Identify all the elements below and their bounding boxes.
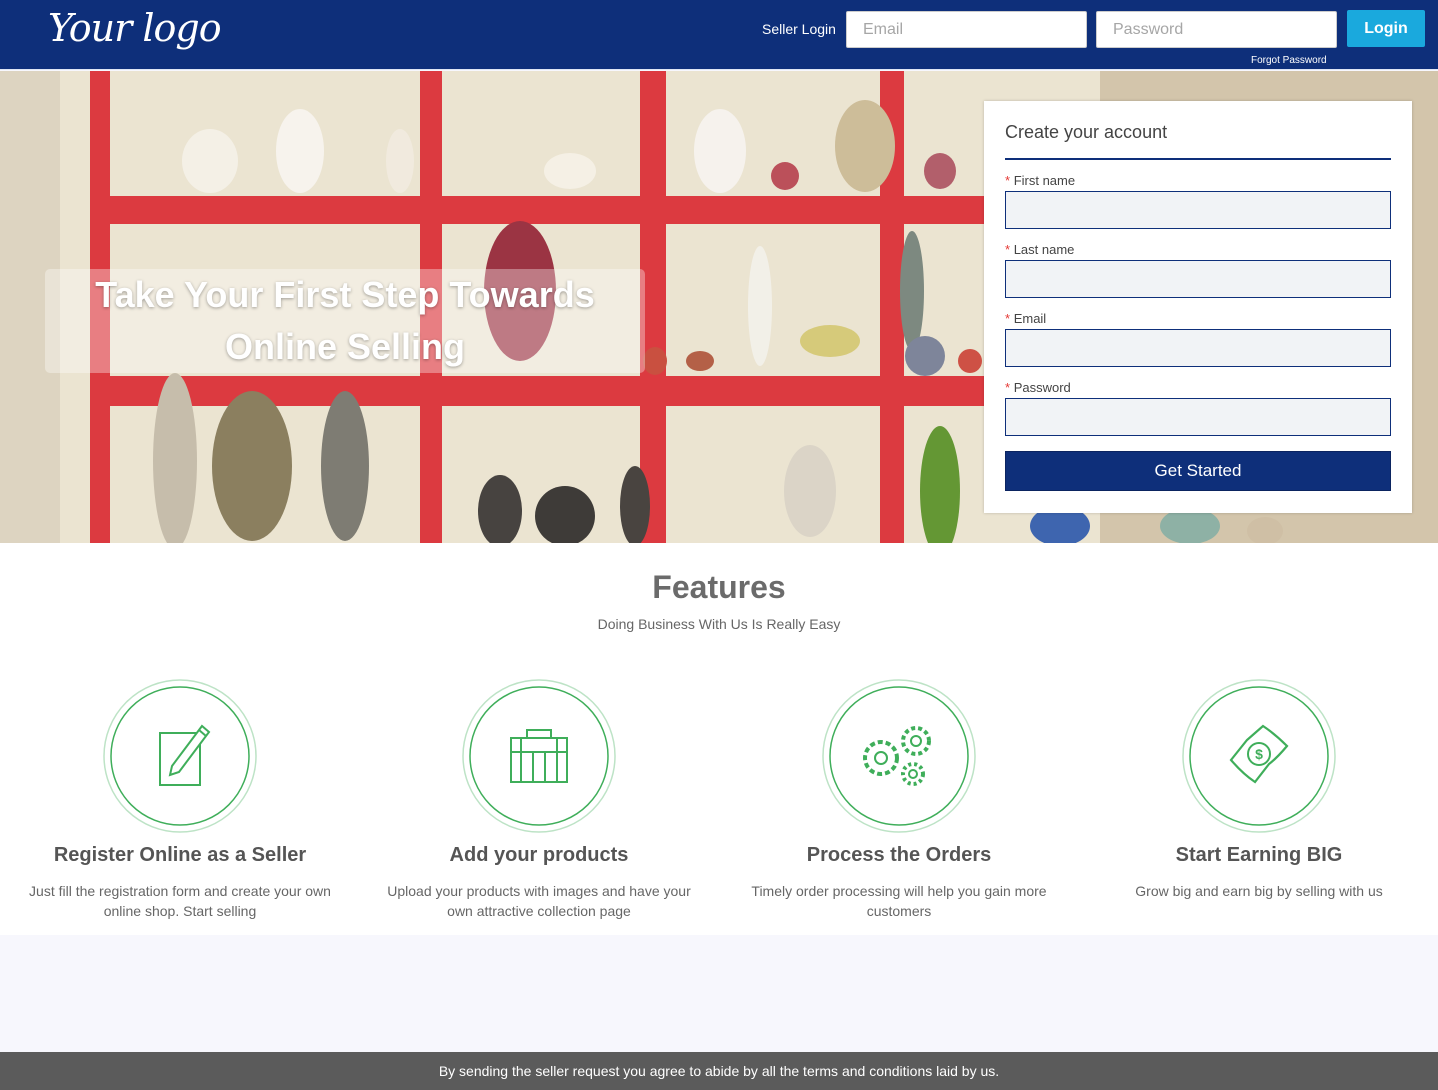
hero-headline-line1: Take Your First Step Towards	[95, 274, 595, 315]
email-label: * Email	[1005, 310, 1391, 328]
last-name-input[interactable]	[1005, 260, 1391, 298]
first-name-label-text: First name	[1013, 173, 1076, 188]
login-button[interactable]: Login	[1347, 10, 1425, 47]
feature-desc: Upload your products with images and hav…	[387, 883, 691, 919]
feature-desc: Timely order processing will help you ga…	[751, 883, 1047, 919]
features-subtitle: Doing Business With Us Is Really Easy	[597, 616, 841, 632]
feature-register: Register Online as a Seller Just fill th…	[10, 678, 350, 921]
create-account-form: Create your account * First name * Last …	[984, 101, 1412, 513]
last-name-label: * Last name	[1005, 241, 1391, 259]
login-password-input[interactable]	[1096, 11, 1337, 48]
feature-name: Add your products	[449, 844, 629, 866]
login-email-input[interactable]	[846, 11, 1087, 48]
password-label-text: Password	[1013, 380, 1071, 395]
money-icon: $	[1182, 679, 1336, 833]
required-mark: *	[1005, 242, 1011, 257]
password-label: * Password	[1005, 379, 1391, 397]
features-title: Features	[652, 569, 786, 605]
svg-text:$: $	[1255, 746, 1263, 762]
gears-icon	[822, 679, 976, 833]
edit-icon	[103, 679, 257, 833]
feature-desc: Just fill the registration form and crea…	[29, 883, 331, 919]
hero-headline: Take Your First Step Towards Online Sell…	[45, 269, 645, 373]
feature-name: Start Earning BIG	[1175, 844, 1343, 866]
feature-add-products: Add your products Upload your products w…	[369, 678, 709, 921]
features-section: Features Doing Business With Us Is Reall…	[0, 543, 1438, 935]
feature-name: Register Online as a Seller	[53, 844, 307, 866]
top-header: Your logo Seller Login Login Forgot Pass…	[0, 0, 1438, 70]
footer-terms: By sending the seller request you agree …	[0, 1052, 1438, 1090]
forgot-password-link[interactable]: Forgot Password	[1251, 55, 1327, 66]
hero-headline-line2: Online Selling	[224, 326, 466, 367]
required-mark: *	[1005, 311, 1011, 326]
last-name-label-text: Last name	[1013, 242, 1075, 257]
feature-process-orders: Process the Orders Timely order processi…	[729, 678, 1069, 921]
email-input[interactable]	[1005, 329, 1391, 367]
form-title: Create your account	[1005, 122, 1391, 160]
site-logo[interactable]: Your logo	[48, 6, 222, 50]
required-mark: *	[1005, 173, 1011, 188]
seller-login-label: Seller Login	[762, 21, 836, 37]
feature-desc: Grow big and earn big by selling with us	[1135, 883, 1383, 899]
first-name-label: * First name	[1005, 172, 1391, 190]
required-mark: *	[1005, 380, 1011, 395]
password-input[interactable]	[1005, 398, 1391, 436]
email-label-text: Email	[1013, 311, 1047, 326]
first-name-input[interactable]	[1005, 191, 1391, 229]
feature-name: Process the Orders	[806, 844, 992, 866]
get-started-button[interactable]: Get Started	[1005, 451, 1391, 491]
briefcase-icon	[462, 679, 616, 833]
feature-earning: $ Start Earning BIG Grow big and earn bi…	[1089, 678, 1429, 901]
